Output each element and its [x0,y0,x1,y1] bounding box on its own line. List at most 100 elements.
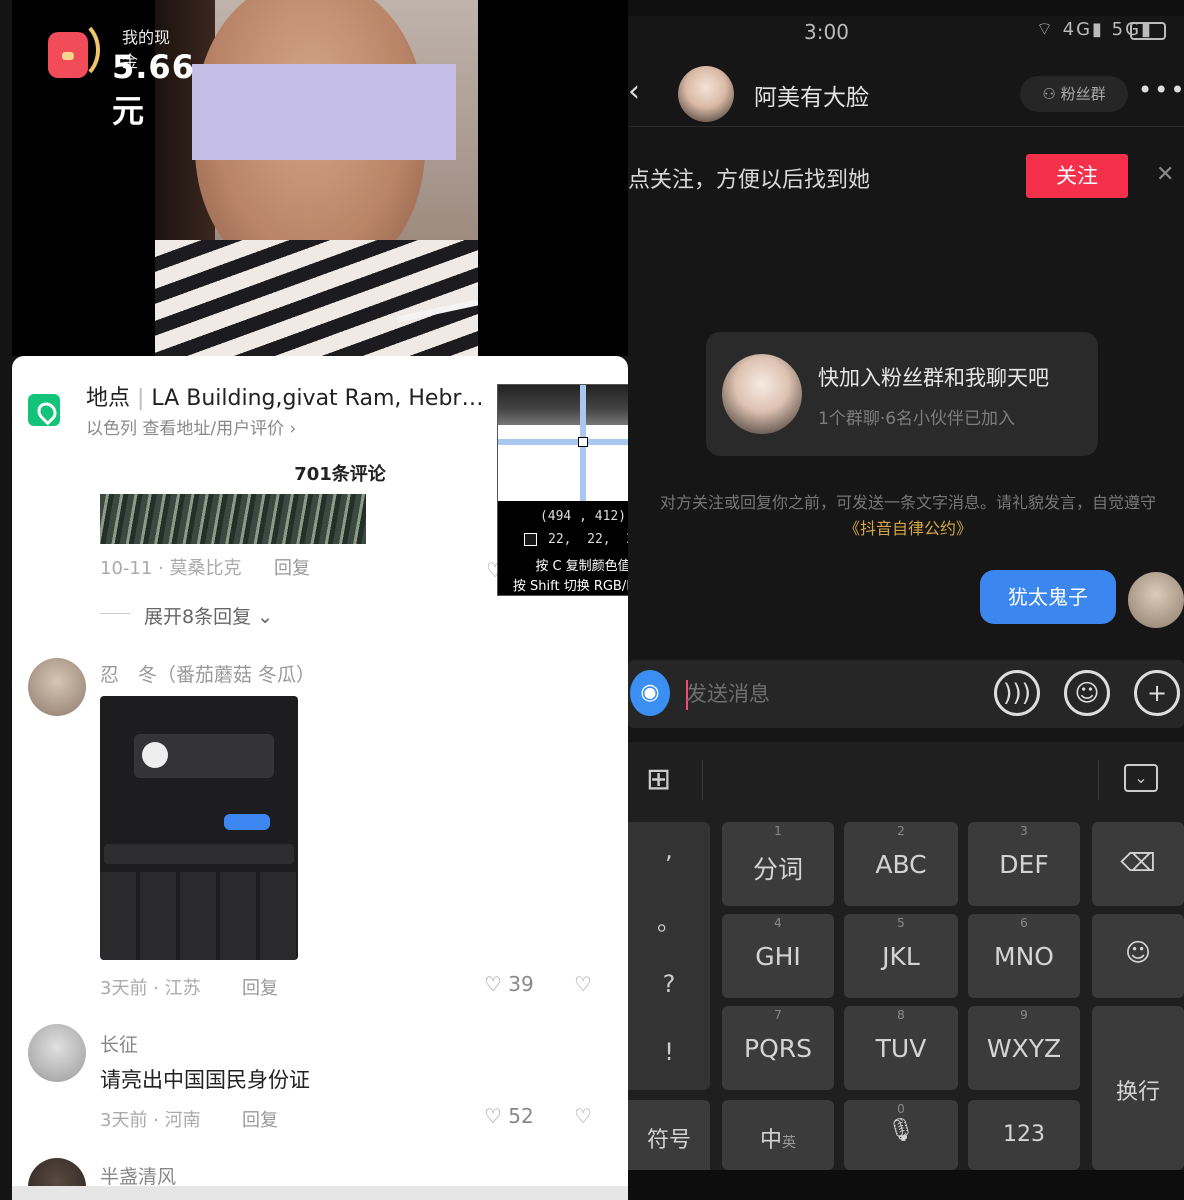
key-label: MNO [994,942,1054,971]
back-arrow-icon[interactable]: ‹ [628,74,640,109]
location-title[interactable]: 地点 | LA Building,givat Ram, Hebr… [86,380,486,412]
expand-replies-button[interactable]: 展开8条回复 ⌄ [144,602,273,629]
dislike-button[interactable]: ♡ [574,972,592,996]
key-label: GHI [755,942,801,971]
punctuation-column[interactable]: , 。 ? ! [628,822,710,1090]
cash-value: 5.66元 [112,48,195,130]
group-card-subtitle: 1个群聊·6名小伙伴已加入 [818,409,1016,429]
punct-exclaim[interactable]: ! [628,1038,710,1066]
key-number: 6 [1020,916,1028,930]
like-button[interactable]: ♡ 39 [484,972,534,996]
broken-heart-icon: ♡ [574,972,592,996]
enter-key[interactable]: 换行 [1092,1006,1184,1170]
comment-screenshot-image[interactable] [100,696,298,960]
my-avatar[interactable] [1128,572,1184,628]
camera-icon[interactable]: ◉ [630,670,670,716]
key-6[interactable]: 6 MNO [968,914,1080,998]
left-panel: 我的现金 5.66元 地点 | LA Building,givat Ram, H… [12,0,628,1200]
fans-group-card[interactable]: 快加入粉丝群和我聊天吧 1个群聊·6名小伙伴已加入 [706,332,1098,456]
avatar[interactable] [28,658,86,716]
header-divider [628,126,1184,127]
key-2[interactable]: 2 ABC [844,822,958,906]
cash-badge[interactable]: 我的现金 5.66元 [44,18,194,130]
heart-icon: ♡ [484,1104,509,1128]
broken-heart-icon: ♡ [574,1104,592,1128]
comment-author[interactable]: 忍 冬（番茄蘑菇 冬瓜） [100,660,315,687]
language-label: 中英 [722,1122,834,1154]
chat-name[interactable]: 阿美有大脸 [754,78,869,112]
bottom-bar [628,1170,1184,1200]
message-input[interactable] [686,674,986,714]
reply-button[interactable]: 回复 [242,974,278,1000]
key-number: 2 [897,824,905,838]
expand-label: 展开8条回复 [144,606,252,628]
key-label: DEF [999,850,1049,879]
screenshot-inputbar [104,844,294,864]
key-number: 7 [774,1008,782,1022]
group-card-title: 快加入粉丝群和我聊天吧 [818,366,1049,390]
key-5[interactable]: 5 JKL [844,914,958,998]
symbols-key[interactable]: 符号 [628,1100,710,1170]
people-icon: ⚇ [1042,85,1061,103]
plus-icon[interactable]: + [1134,670,1180,716]
notice-link[interactable]: 《抖音自律公约》 [844,519,972,538]
like-button[interactable]: ♡ 52 [484,1104,534,1128]
follow-tip: 点关注，方便以后找到她 [628,168,871,193]
reply-button[interactable]: 回复 [242,1106,278,1132]
key-1[interactable]: 1 分词 [722,822,834,906]
live-video[interactable]: 我的现金 5.66元 [12,0,628,356]
more-icon[interactable]: ••• [1138,76,1184,104]
reply-button[interactable]: 回复 [274,554,310,580]
avatar[interactable] [28,1024,86,1082]
punct-comma[interactable]: , [628,836,710,864]
my-message-bubble[interactable]: 犹太鬼子 [980,570,1116,624]
notice-text: 对方关注或回复你之前，可发送一条文字消息。请礼貌发言，自觉遵守 [659,493,1156,512]
grid-menu-icon[interactable]: ⊞ [646,762,671,797]
close-icon[interactable]: ✕ [1156,162,1174,187]
backspace-key[interactable]: ⌫ [1092,822,1184,906]
space-key[interactable]: 0 🎙 [844,1100,958,1170]
key-8[interactable]: 8 TUV [844,1006,958,1090]
comment-author[interactable]: 长征 [100,1030,138,1057]
location-label: 地点 [86,386,131,411]
comment-image[interactable] [100,494,366,544]
key-3[interactable]: 3 DEF [968,822,1080,906]
dislike-button[interactable]: ♡ [574,1104,592,1128]
location-pin-icon [28,394,60,426]
location-subtitle[interactable]: 以色列 查看地址/用户评价 › [86,414,296,439]
status-time: 3:00 [804,20,849,44]
follow-button[interactable]: 关注 [1026,154,1128,198]
toolbar-divider [702,760,703,800]
key-4[interactable]: 4 GHI [722,914,834,998]
chat-notice: 对方关注或回复你之前，可发送一条文字消息。请礼貌发言，自觉遵守《抖音自律公约》 [658,490,1158,542]
screenshot-card [134,734,274,778]
video-frame [155,0,478,356]
key-9[interactable]: 9 WXYZ [968,1006,1080,1090]
numbers-key[interactable]: 123 [968,1100,1080,1170]
punct-question[interactable]: ? [628,970,710,998]
emoji-key[interactable]: ☺ [1092,914,1184,998]
bottom-bar [12,1186,628,1200]
comment-meta: 3天前 · 河南 [100,1110,201,1131]
toolbar-divider [1098,760,1099,800]
language-switch-key[interactable]: 中英 [722,1100,834,1170]
battery-icon [1130,22,1166,40]
avatar[interactable] [28,1158,86,1186]
key-label: 分词 [752,855,803,884]
backspace-icon: ⌫ [1120,848,1156,877]
punct-period[interactable]: 。 [628,902,710,937]
location-place: LA Building,givat Ram, Hebr… [151,386,484,411]
emoji-icon[interactable]: ☺ [1064,670,1110,716]
screen: 我的现金 5.66元 地点 | LA Building,givat Ram, H… [0,0,1184,1200]
key-7[interactable]: 7 PQRS [722,1006,834,1090]
comment-author[interactable]: 半盏清风 [100,1162,176,1186]
screenshot-keyboard [100,872,298,960]
symbols-label: 符号 [646,1128,691,1153]
screenshot-bubble [224,814,270,830]
voice-icon[interactable]: ))) [994,670,1040,716]
chat-avatar[interactable] [678,66,734,122]
key-number: 4 [774,916,782,930]
keyboard-collapse-icon[interactable]: ⌄ [1124,764,1158,792]
key-number: 9 [1020,1008,1028,1022]
fans-group-button[interactable]: ⚇ 粉丝群 [1020,76,1128,112]
